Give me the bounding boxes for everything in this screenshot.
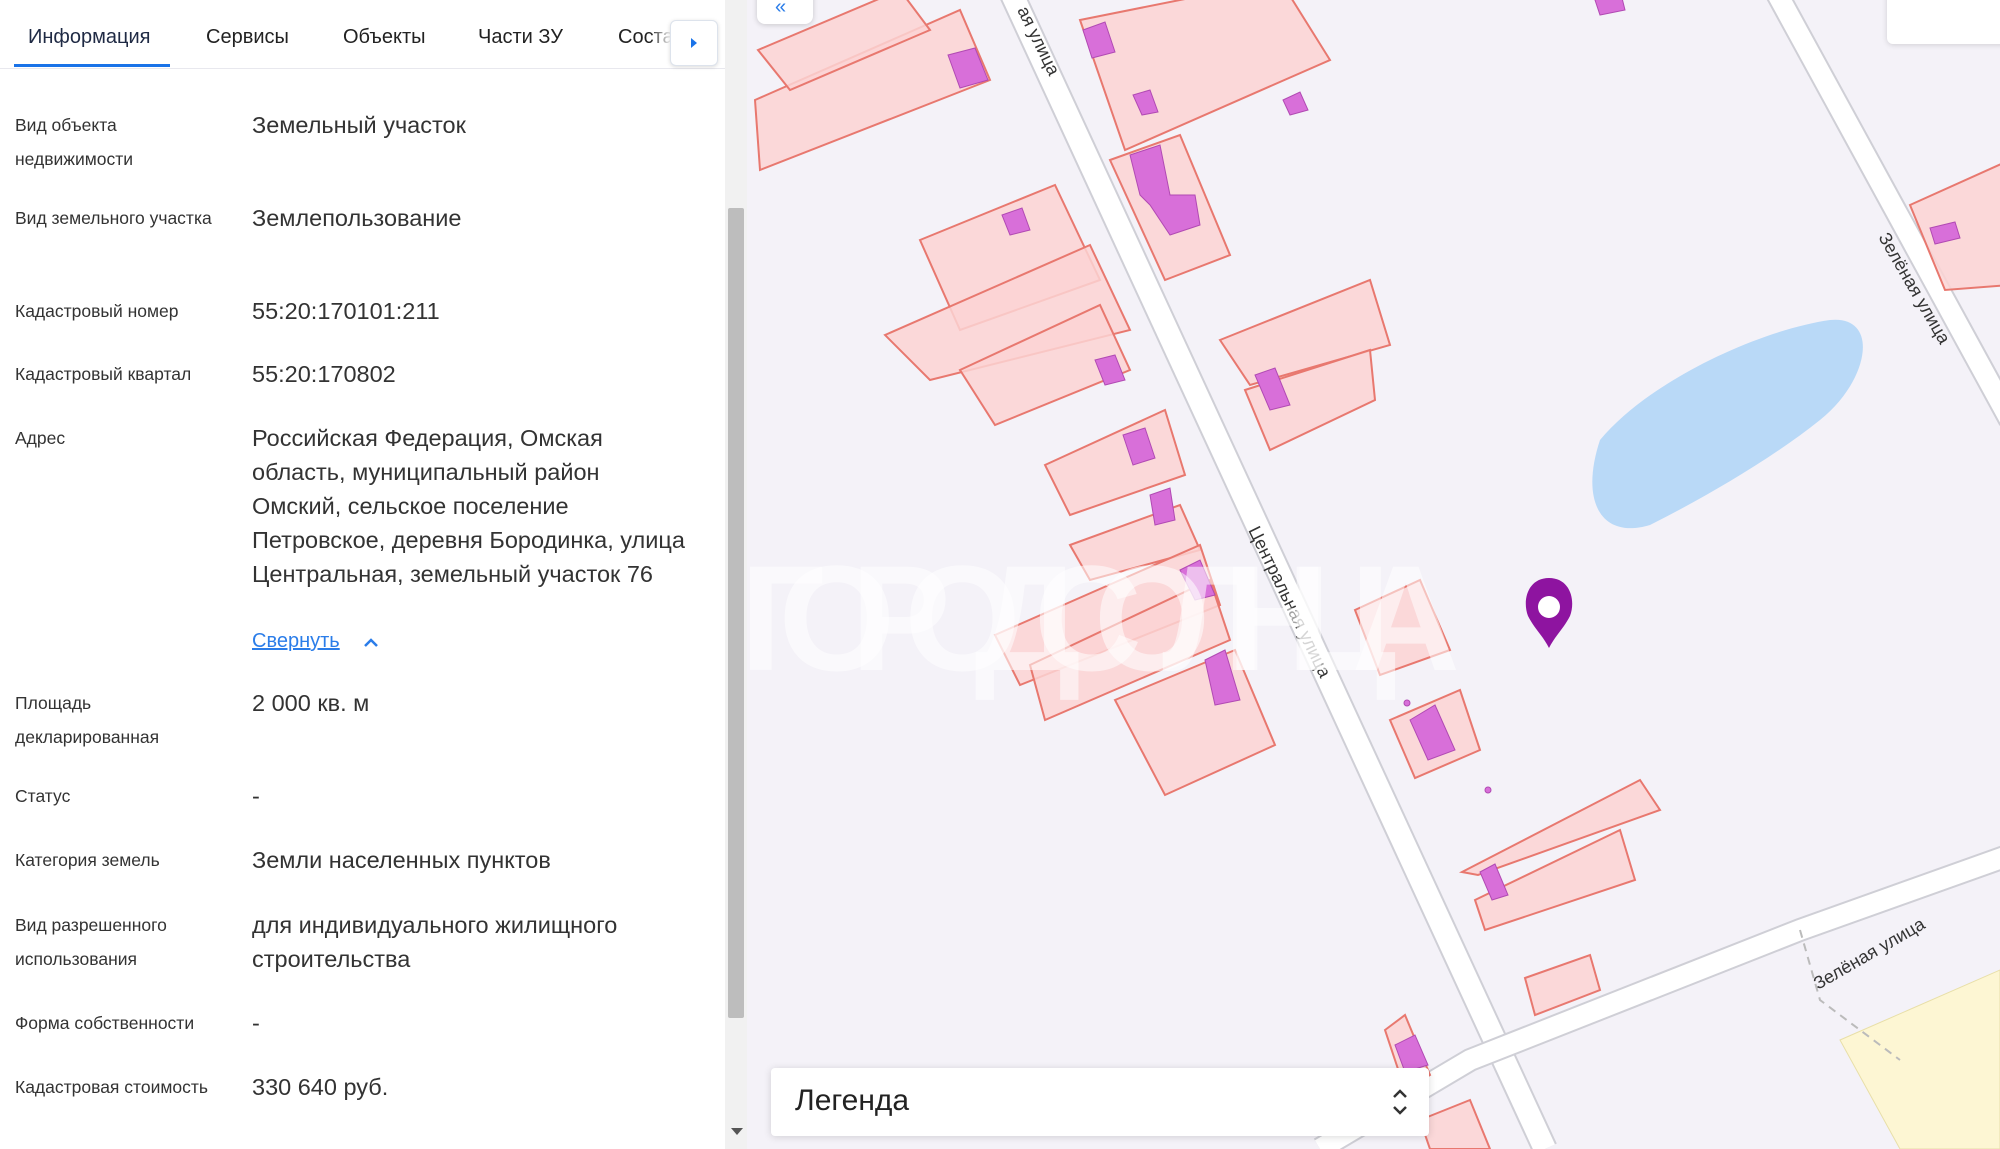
field-value: Земельный участок [252,112,466,138]
field-area [1839,969,2000,1149]
map-view[interactable]: Центральная улица Зелёная улица Зелёная … [747,0,2000,1149]
field-label: Вид разрешенного использования [15,915,167,969]
field-label: Категория земель [15,850,160,870]
legend-title: Легенда [795,1084,910,1117]
pond [1592,319,1863,529]
field-value: Российская Федерация, Омская область, му… [252,425,685,587]
field-label: Вид объекта недвижимости [15,115,134,169]
field-label: Адрес [15,428,66,448]
chevron-right-icon [691,38,697,48]
field-value: - [252,783,260,809]
field-label: Вид земельного участка [15,208,212,228]
field-value: Землепользование [252,205,462,231]
tab-services[interactable]: Сервисы [206,26,289,49]
field-value: для индивидуального жилищного строительс… [252,912,618,972]
collapse-address-link[interactable]: Свернуть [252,630,340,653]
map-canvas[interactable]: Центральная улица Зелёная улица Зелёная … [747,0,2000,1149]
field-value: 55:20:170802 [252,361,396,387]
tabs-scroll-right-button[interactable] [670,20,718,66]
field-label: Форма собственности [15,1013,195,1033]
tab-information[interactable]: Информация [28,26,150,49]
chevron-up-icon[interactable] [362,636,380,650]
panel-scrollbar-thumb[interactable] [728,208,744,1018]
tab-bar: Информация Сервисы Объекты Части ЗУ Сост… [0,0,725,69]
watermark: ГОРОД СОЛНЦА [747,534,1460,702]
tab-parts[interactable]: Части ЗУ [478,26,563,49]
field-value: 2 000 кв. м [252,690,370,716]
map-search-box[interactable] [1887,0,2000,44]
field-value: 55:20:170101:211 [252,298,440,324]
info-panel: Информация Сервисы Объекты Части ЗУ Сост… [0,0,725,1149]
collapse-panel-button[interactable]: « [757,0,813,24]
field-label: Кадастровый номер [15,301,179,321]
tabs-fade [650,0,672,66]
field-label: Кадастровый квартал [15,364,192,384]
expand-collapse-icon[interactable] [1391,1086,1409,1118]
double-chevron-left-icon: « [775,0,787,18]
active-tab-indicator [14,64,170,67]
field-value: Земли населенных пунктов [252,847,551,873]
location-marker-icon[interactable] [1525,578,1573,648]
field-label: Площадь декларированная [15,693,160,747]
field-value: 330 640 руб. [252,1074,389,1100]
scroll-down-arrow-icon[interactable] [731,1128,743,1135]
legend-bar[interactable]: Легенда [771,1068,1429,1136]
field-label: Кадастровая стоимость [15,1077,208,1097]
tab-objects[interactable]: Объекты [343,26,425,49]
field-value: - [252,1010,260,1036]
field-label: Статус [15,786,71,806]
